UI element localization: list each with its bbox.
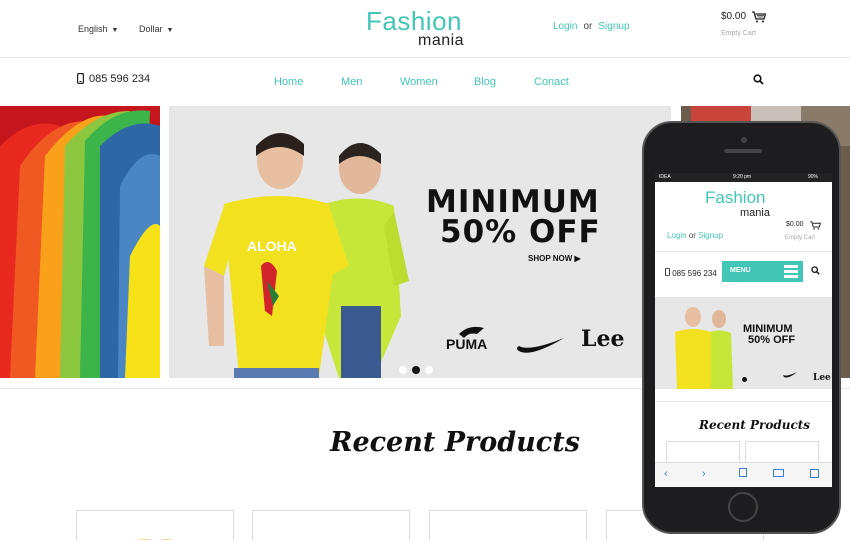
hero-slide-prev-image — [0, 106, 160, 378]
mobile-login-link[interactable]: Login — [667, 231, 687, 240]
back-icon[interactable]: ‹ — [664, 468, 668, 480]
site-logo[interactable]: Fashion mania — [366, 6, 476, 50]
mobile-menu-label: MENU — [730, 267, 751, 274]
product-card[interactable] — [76, 510, 234, 540]
language-label: English — [78, 24, 108, 34]
slider-dot[interactable] — [425, 366, 433, 374]
cart-amount: $0.00 — [721, 11, 747, 22]
mobile-search-icon[interactable] — [811, 266, 820, 275]
mobile-phone-icon — [665, 268, 671, 276]
shirt-print-text: ALOHA — [247, 238, 297, 254]
signup-link[interactable]: Signup — [598, 21, 629, 32]
page: English ▼ Dollar ▼ Fashion mania Login or Si… — [0, 0, 850, 540]
mobile-section-divider — [655, 401, 832, 402]
mobile-contact-phone: 085 596 234 — [665, 268, 717, 278]
product-card[interactable] — [429, 510, 587, 540]
nav-home[interactable]: Home — [274, 76, 303, 88]
or-text: or — [583, 21, 593, 32]
shop-now-label: SHOP NOW — [528, 254, 573, 263]
cart-status: Empty Cart — [721, 30, 757, 37]
mobile-screen: IDEA 9:20 pm 90% Fashion mania Login or … — [655, 173, 832, 487]
chevron-down-icon: ▼ — [166, 27, 174, 34]
nav-blog[interactable]: Blog — [474, 76, 496, 88]
mobile-phone-number: 085 596 234 — [672, 269, 717, 278]
speaker-grille — [724, 149, 762, 153]
mobile-or-text: or — [688, 231, 696, 240]
chevron-down-icon: ▼ — [111, 27, 119, 34]
mobile-cart-status: Empty Cart — [785, 235, 816, 241]
mobile-cart-amount[interactable]: $0.00 — [786, 221, 804, 228]
forward-icon[interactable]: › — [702, 468, 706, 480]
nav-men[interactable]: Men — [341, 76, 362, 88]
mobile-recent-products-title: Recent Products — [699, 418, 811, 432]
header-divider — [0, 57, 850, 58]
smartphone-mockup: IDEA 9:20 pm 90% Fashion mania Login or … — [642, 121, 841, 534]
nav-contact[interactable]: Conact — [534, 76, 569, 88]
product-card[interactable] — [252, 510, 410, 540]
bookmarks-icon[interactable] — [773, 469, 784, 477]
currency-label: Dollar — [139, 24, 163, 34]
brand-puma: PUMA — [446, 336, 488, 352]
play-arrow-icon: ▶ — [574, 254, 581, 263]
mobile-browser-toolbar: ‹ › — [655, 462, 832, 487]
nike-logo-icon — [516, 338, 564, 353]
mobile-hero-slider[interactable]: MINIMUM 50% OFF Lee — [655, 297, 832, 389]
login-link[interactable]: Login — [553, 21, 577, 32]
mobile-logo-top: Fashion — [705, 188, 766, 207]
time-label: 9:20 pm — [733, 174, 752, 180]
carrier-label: IDEA — [659, 174, 671, 180]
contact-phone: 085 596 234 — [77, 73, 150, 85]
nav-women[interactable]: Women — [400, 76, 438, 88]
slider-dots — [399, 361, 438, 378]
phone-number: 085 596 234 — [89, 73, 151, 85]
tabs-icon[interactable] — [810, 469, 819, 478]
mobile-menu-button[interactable]: MENU — [722, 261, 803, 282]
battery-label: 90% — [807, 174, 818, 180]
cart-widget[interactable]: $0.00 Empty Cart — [721, 11, 766, 37]
logo-bottom-text: mania — [418, 32, 465, 49]
mobile-cart-icon[interactable] — [810, 221, 821, 230]
promo-headline-2: 50% OFF — [440, 214, 601, 250]
auth-links: Login or Signup — [553, 21, 630, 32]
mobile-promo-2: 50% OFF — [748, 334, 796, 346]
cart-icon — [752, 11, 766, 23]
hero-slider[interactable]: ALOHA MINIMUM 50% OFF SHOP NOW ▶ PUMA Le… — [169, 106, 671, 378]
recent-products-title: Recent Products — [330, 427, 580, 458]
camera-icon — [741, 137, 747, 143]
share-icon[interactable] — [739, 468, 747, 477]
language-dropdown[interactable]: English ▼ — [78, 24, 118, 34]
mobile-phone-icon — [77, 73, 85, 85]
top-bar: English ▼ Dollar ▼ Fashion mania Login or Si… — [0, 0, 850, 57]
mobile-status-bar: IDEA 9:20 pm 90% — [655, 173, 832, 182]
mobile-logo-bottom: mania — [740, 207, 770, 219]
search-icon[interactable] — [753, 74, 764, 85]
mobile-brand-lee: Lee — [813, 373, 831, 383]
hamburger-icon — [784, 265, 798, 280]
home-button[interactable] — [728, 492, 758, 522]
slider-dot-active[interactable] — [412, 366, 420, 374]
slider-dot[interactable] — [399, 366, 407, 374]
brand-lee: Lee — [581, 326, 625, 352]
mobile-signup-link[interactable]: Signup — [698, 231, 723, 240]
currency-dropdown[interactable]: Dollar ▼ — [139, 24, 173, 34]
mobile-slider-dot[interactable] — [742, 377, 747, 382]
shop-now-button[interactable]: SHOP NOW ▶ — [528, 254, 581, 263]
mobile-divider — [655, 251, 832, 252]
mobile-auth-links: Login or Signup — [667, 231, 723, 240]
